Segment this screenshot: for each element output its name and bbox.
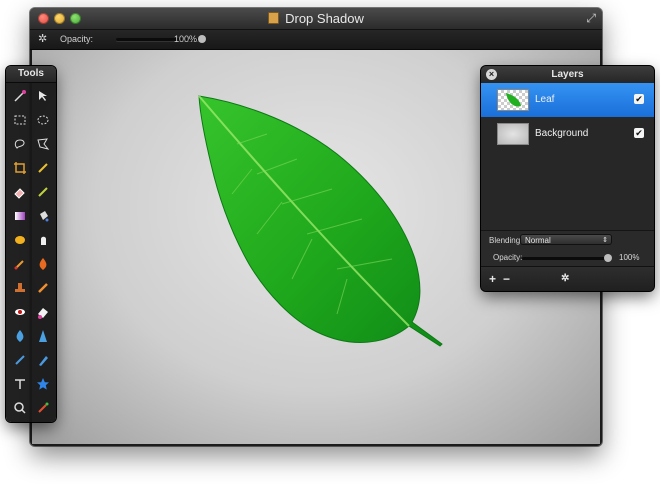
pencil-icon <box>37 187 48 197</box>
tool-grid <box>6 83 56 421</box>
ellipse-select-icon <box>37 115 48 125</box>
layer-name: Leaf <box>535 94 555 105</box>
sharpen-icon <box>38 330 47 342</box>
lasso-icon <box>14 139 24 149</box>
vector-pen-tool[interactable] <box>31 348 54 372</box>
layer-visibility-checkbox[interactable]: ✔ <box>634 94 644 104</box>
layer-opacity-knob[interactable] <box>604 254 612 262</box>
brush-tool[interactable] <box>8 252 31 276</box>
close-panel-icon[interactable]: × <box>486 69 497 80</box>
blur-drop-icon <box>16 330 23 342</box>
zoom-tool[interactable] <box>8 396 31 420</box>
crop-tool[interactable] <box>8 156 31 180</box>
layer-name: Background <box>535 128 589 139</box>
leaf-image <box>198 95 443 347</box>
eyedropper-icon <box>37 163 48 173</box>
layer-visibility-checkbox[interactable]: ✔ <box>634 128 644 138</box>
window-title-wrap: Drop Shadow <box>30 11 602 26</box>
sponge-tool[interactable] <box>8 228 31 252</box>
burn-icon <box>39 258 46 270</box>
layer-row-leaf[interactable]: Leaf ✔ <box>481 83 654 117</box>
polygon-lasso-tool[interactable] <box>31 132 54 156</box>
layers-footer: + − ✲ <box>481 266 654 291</box>
gear-icon[interactable]: ✲ <box>38 32 47 45</box>
layers-title: Layers <box>551 69 584 80</box>
ellipse-select-tool[interactable] <box>31 108 54 132</box>
pen-tool[interactable] <box>8 348 31 372</box>
magic-eraser-icon <box>37 308 48 319</box>
opacity-value: 100% <box>174 34 198 44</box>
vector-pen-icon <box>38 356 48 366</box>
text-tool[interactable] <box>8 372 31 396</box>
rect-select-tool[interactable] <box>8 108 31 132</box>
red-eye-icon <box>14 309 25 315</box>
red-eye-tool[interactable] <box>8 300 31 324</box>
layers-title-bar: × Layers <box>481 66 654 83</box>
gradient-icon <box>14 212 25 220</box>
paint-bucket-icon <box>39 211 48 222</box>
layer-thumbnail <box>497 123 529 145</box>
blending-label: Blending: <box>489 236 523 245</box>
opacity-label: Opacity: <box>60 34 94 44</box>
fullscreen-icon[interactable]: ⤢ <box>586 11 596 26</box>
shape-tool[interactable] <box>31 372 54 396</box>
layer-opacity-slider[interactable] <box>522 254 612 262</box>
paint-bucket-tool[interactable] <box>31 204 54 228</box>
burn-tool[interactable] <box>31 252 54 276</box>
layer-opacity-value: 100% <box>619 253 640 262</box>
sharpen-tool[interactable] <box>31 324 54 348</box>
window-title: Drop Shadow <box>285 11 364 26</box>
gradient-tool[interactable] <box>8 204 31 228</box>
blending-select[interactable]: Normal ⇕ <box>520 234 612 245</box>
layer-opacity-label: Opacity: <box>493 253 523 262</box>
document-icon <box>268 12 280 24</box>
star-shape-icon <box>36 378 49 390</box>
eraser-tool[interactable] <box>8 180 31 204</box>
stamp-tool[interactable] <box>8 276 31 300</box>
brush-icon <box>14 260 24 270</box>
leaf-thumbnail-icon <box>506 93 521 107</box>
smudge-icon <box>40 236 46 245</box>
text-icon <box>14 379 25 389</box>
gear-icon[interactable]: ✲ <box>561 273 569 284</box>
dodge-tool[interactable] <box>31 276 54 300</box>
pencil-tool[interactable] <box>31 180 54 204</box>
layer-row-background[interactable]: Background ✔ <box>481 117 654 151</box>
blending-value: Normal <box>525 236 551 245</box>
eraser-icon <box>13 188 25 199</box>
pen-icon <box>14 355 25 365</box>
layer-properties: Blending: Normal ⇕ Opacity: 100% <box>481 230 654 267</box>
tools-panel: Tools <box>6 66 56 422</box>
stamp-icon <box>14 283 25 292</box>
tools-title: Tools <box>6 66 56 83</box>
color-picker-icon <box>37 402 48 413</box>
smudge-tool[interactable] <box>31 228 54 252</box>
updown-arrows-icon: ⇕ <box>602 237 608 244</box>
crop-icon <box>13 162 26 174</box>
eyedropper-tool[interactable] <box>31 156 54 180</box>
remove-layer-button[interactable]: − <box>503 272 510 286</box>
magic-wand-icon <box>13 90 26 102</box>
layers-panel: × Layers Leaf ✔ Background ✔ Blending: N… <box>481 66 654 291</box>
magic-eraser-tool[interactable] <box>31 300 54 324</box>
color-picker-tool[interactable] <box>31 396 54 420</box>
move-arrow-icon <box>38 91 47 101</box>
dodge-icon <box>37 283 48 293</box>
title-bar: Drop Shadow ⤢ <box>30 8 602 30</box>
polygon-lasso-icon <box>36 138 49 150</box>
opacity-slider-knob[interactable] <box>198 35 206 43</box>
rect-select-icon <box>14 115 25 125</box>
blur-tool[interactable] <box>8 324 31 348</box>
add-layer-button[interactable]: + <box>489 272 496 286</box>
sponge-icon <box>14 236 25 244</box>
lasso-tool[interactable] <box>8 132 31 156</box>
options-bar: ✲ Opacity: 100% <box>30 30 602 50</box>
layer-thumbnail <box>497 89 529 111</box>
move-tool[interactable] <box>31 84 54 108</box>
zoom-icon <box>13 402 26 414</box>
magic-wand-tool[interactable] <box>8 84 31 108</box>
